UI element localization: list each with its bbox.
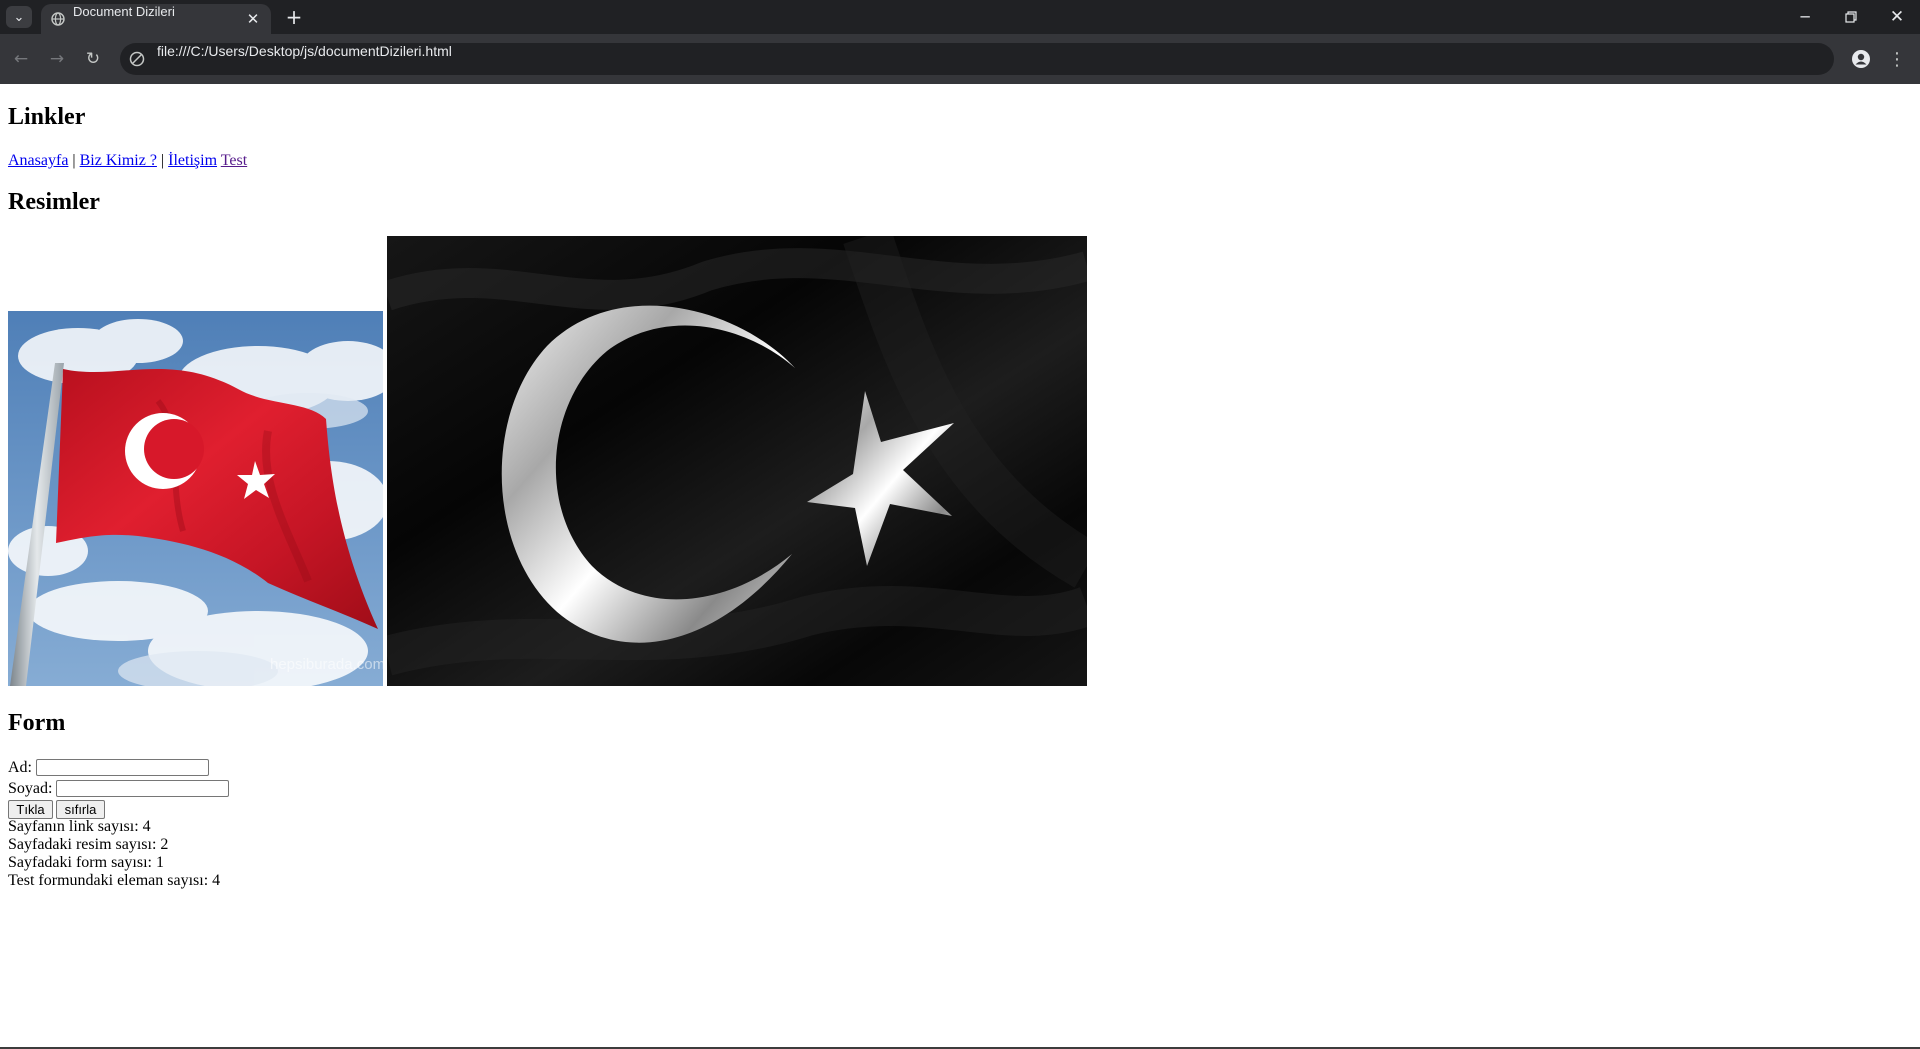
ad-input[interactable] (36, 759, 209, 776)
url-text: file:///C:/Users/Desktop/js/documentDizi… (157, 43, 452, 59)
minimize-icon: ─ (1800, 8, 1810, 26)
soyad-row: Soyad: (8, 778, 229, 799)
profile-button[interactable] (1846, 44, 1876, 74)
browser-tab[interactable]: Document Dizileri ✕ (41, 4, 271, 34)
back-arrow-icon: ← (13, 49, 29, 69)
plus-icon: + (285, 5, 303, 29)
reset-button[interactable]: sıfırla (56, 800, 105, 819)
tab-strip: ⌄ Document Dizileri ✕ + ─ ✕ (0, 0, 1920, 34)
turkish-flag-pole-image: hepsiburada.com (8, 311, 383, 686)
page-content: Linkler Anasayfa | Biz Kimiz ? | İletişi… (0, 84, 1920, 1047)
link-iletisim[interactable]: İletişim (168, 152, 217, 169)
ad-label: Ad: (8, 759, 32, 776)
restore-button[interactable] (1828, 0, 1874, 34)
tab-search-button[interactable]: ⌄ (6, 6, 32, 28)
close-icon: ✕ (246, 10, 260, 28)
images-heading: Resimler (8, 189, 100, 215)
kebab-menu-icon: ⋮ (1888, 48, 1906, 70)
form-element-count-text: Test formundaki eleman sayısı: 4 (8, 872, 221, 889)
forward-button[interactable]: → (42, 44, 72, 74)
forward-arrow-icon: → (49, 49, 65, 69)
link-separator: | (72, 152, 76, 169)
tab-title: Document Dizileri (73, 4, 175, 19)
link-anasayfa[interactable]: Anasayfa (8, 152, 68, 169)
tab-close-button[interactable]: ✕ (243, 9, 263, 29)
restore-icon (1845, 11, 1857, 23)
close-icon: ✕ (1889, 7, 1905, 27)
chevron-down-icon: ⌄ (13, 9, 25, 25)
soyad-input[interactable] (56, 780, 229, 797)
menu-button[interactable]: ⋮ (1882, 44, 1912, 74)
links-row: Anasayfa | Biz Kimiz ? | İletişim Test (8, 151, 247, 171)
back-button[interactable]: ← (6, 44, 36, 74)
minimize-button[interactable]: ─ (1782, 0, 1828, 34)
new-tab-button[interactable]: + (282, 5, 306, 29)
globe-icon (51, 12, 65, 26)
reload-icon: ↻ (85, 49, 101, 69)
image-watermark: hepsiburada.com (270, 656, 383, 673)
site-info-icon (129, 51, 145, 67)
form-heading: Form (8, 710, 66, 736)
ad-row: Ad: (8, 757, 209, 778)
black-crescent-flag-image (387, 236, 1087, 686)
link-count-text: Sayfanın link sayısı: 4 (8, 818, 151, 835)
profile-icon (1852, 50, 1870, 68)
image-count-text: Sayfadaki resim sayısı: 2 (8, 836, 169, 853)
reload-button[interactable]: ↻ (78, 44, 108, 74)
link-test[interactable]: Test (221, 152, 247, 169)
form-count-text: Sayfadaki form sayısı: 1 (8, 854, 164, 871)
submit-button[interactable]: Tıkla (8, 800, 53, 819)
browser-toolbar: ← → ↻ file:///C:/Users/Desktop/js/docume… (0, 34, 1920, 84)
links-heading: Linkler (8, 104, 86, 130)
close-window-button[interactable]: ✕ (1874, 0, 1920, 34)
soyad-label: Soyad: (8, 780, 53, 797)
link-separator: | (160, 152, 165, 169)
address-bar[interactable]: file:///C:/Users/Desktop/js/documentDizi… (120, 43, 1834, 75)
link-biz-kimiz[interactable]: Biz Kimiz ? (80, 152, 157, 169)
